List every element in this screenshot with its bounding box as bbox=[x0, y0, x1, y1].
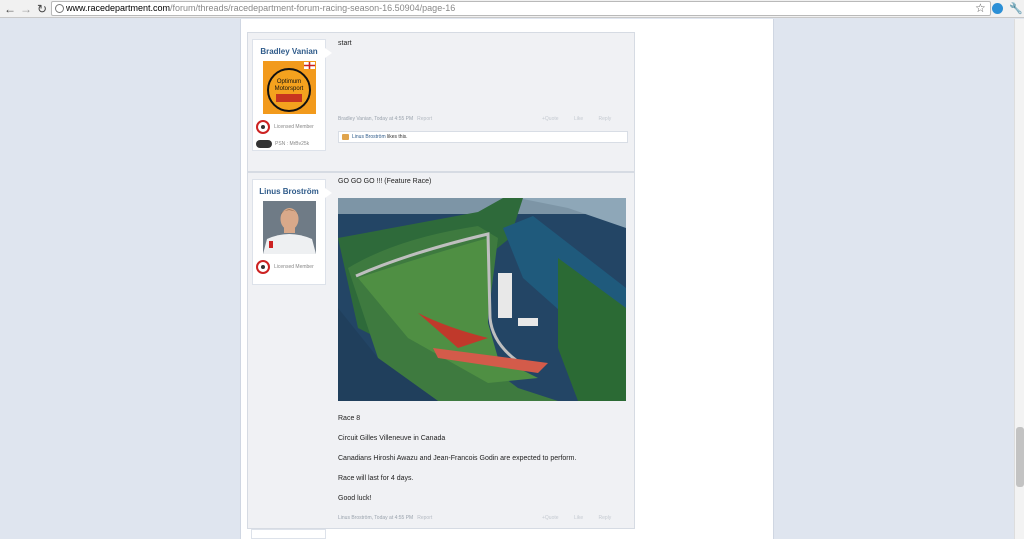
licensed-member-row: Licensed Member bbox=[256, 260, 325, 274]
wrench-icon[interactable]: 🔧 bbox=[1009, 2, 1023, 15]
address-bar[interactable]: www.racedepartment.com/forum/threads/rac… bbox=[51, 1, 991, 16]
post-line-2: Circuit Gilles Villeneuve in Canada bbox=[338, 435, 446, 442]
reload-icon[interactable]: ↻ bbox=[35, 2, 49, 16]
extension-icon[interactable] bbox=[992, 3, 1003, 14]
post-username[interactable]: Bradley Vanian bbox=[253, 47, 325, 56]
circuit-aerial-photo[interactable] bbox=[338, 198, 626, 401]
post-actions: +Quote Like Reply bbox=[528, 116, 611, 122]
post-author-time[interactable]: Bradley Vanian, Today at 4:55 PM bbox=[338, 116, 413, 122]
quote-button[interactable]: +Quote bbox=[542, 515, 559, 521]
url-path: /forum/threads/racedepartment-forum-raci… bbox=[170, 3, 456, 13]
back-arrow-icon[interactable]: ← bbox=[3, 2, 17, 16]
reply-button[interactable]: Reply bbox=[599, 515, 612, 521]
page-scrollbar[interactable] bbox=[1014, 19, 1024, 539]
avatar[interactable] bbox=[262, 201, 316, 254]
user-role: Licensed Member bbox=[274, 124, 314, 130]
post-line-3: Canadians Hiroshi Awazu and Jean-Francoi… bbox=[338, 455, 577, 462]
user-role: Licensed Member bbox=[274, 264, 314, 270]
licensed-badge-icon bbox=[256, 120, 270, 134]
like-button[interactable]: Like bbox=[574, 116, 583, 122]
psn-id: PSN : MrBv25k bbox=[275, 141, 310, 147]
avatar[interactable]: Optimum Motorsport bbox=[262, 61, 316, 114]
svg-text:Optimum: Optimum bbox=[276, 79, 300, 85]
post-message: start bbox=[338, 40, 352, 47]
report-link[interactable]: Report bbox=[417, 515, 432, 521]
post-actions: +Quote Like Reply bbox=[528, 515, 611, 521]
post-line-4: Race will last for 4 days. bbox=[338, 475, 414, 482]
forward-arrow-icon[interactable]: → bbox=[19, 2, 33, 16]
post-author-time[interactable]: Linus Broström, Today at 4:55 PM bbox=[338, 515, 413, 521]
post-line-5: Good luck! bbox=[338, 495, 372, 502]
psn-row: PSN : MrBv25k bbox=[256, 140, 325, 148]
globe-icon bbox=[55, 4, 64, 13]
post-linus: Linus Broström Licensed Member GO GO GO … bbox=[247, 172, 635, 529]
svg-text:Motorsport: Motorsport bbox=[274, 86, 303, 92]
next-post-userbox bbox=[251, 529, 326, 539]
post-username[interactable]: Linus Broström bbox=[253, 187, 325, 196]
report-link[interactable]: Report bbox=[417, 116, 432, 122]
url-domain: www.racedepartment.com bbox=[66, 3, 171, 13]
likes-summary: Linus Broström likes this. bbox=[338, 131, 628, 143]
controller-icon bbox=[256, 140, 272, 148]
licensed-member-row: Licensed Member bbox=[256, 120, 325, 134]
scrollbar-thumb[interactable] bbox=[1016, 427, 1024, 487]
reply-button[interactable]: Reply bbox=[599, 116, 612, 122]
thumbs-up-icon bbox=[342, 134, 349, 140]
bookmark-star-icon[interactable]: ☆ bbox=[975, 1, 986, 15]
post-title: GO GO GO !!! (Feature Race) bbox=[338, 178, 432, 185]
quote-button[interactable]: +Quote bbox=[542, 116, 559, 122]
like-button[interactable]: Like bbox=[574, 515, 583, 521]
likes-text: likes this. bbox=[385, 134, 408, 140]
forum-page: Bradley Vanian Optimum Motorsport Licens… bbox=[240, 19, 774, 539]
post-meta: Linus Broström, Today at 4:55 PM Report bbox=[338, 515, 432, 521]
liker-name[interactable]: Linus Broström bbox=[352, 134, 386, 140]
user-info: Linus Broström Licensed Member bbox=[252, 179, 332, 285]
browser-toolbar: ← → ↻ www.racedepartment.com/forum/threa… bbox=[0, 0, 1024, 18]
user-info: Bradley Vanian Optimum Motorsport Licens… bbox=[252, 39, 332, 151]
post-meta: Bradley Vanian, Today at 4:55 PM Report bbox=[338, 116, 432, 122]
licensed-badge-icon bbox=[256, 260, 270, 274]
post-line-1: Race 8 bbox=[338, 415, 361, 422]
post-bradley: Bradley Vanian Optimum Motorsport Licens… bbox=[247, 32, 635, 172]
